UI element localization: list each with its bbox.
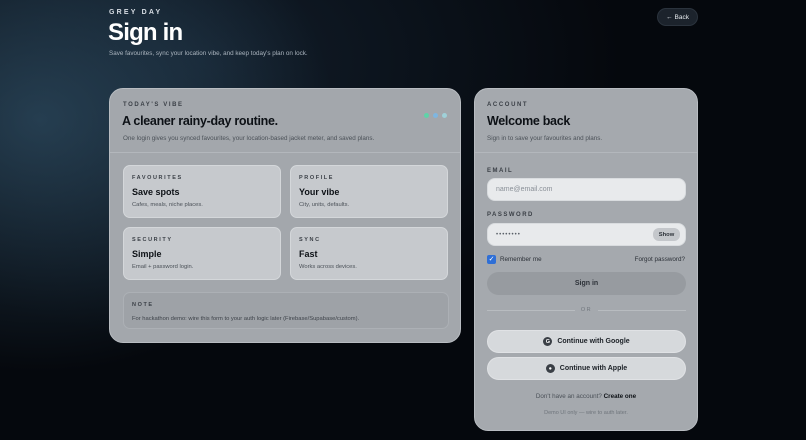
tile-value: Fast bbox=[299, 249, 318, 259]
demo-note: Demo UI only — wire to auth later. bbox=[544, 410, 628, 416]
page-title: Sign in bbox=[108, 19, 183, 46]
page-subtitle: Save favourites, sync your location vibe… bbox=[109, 50, 308, 57]
tile-eyebrow: PROFILE bbox=[299, 175, 335, 181]
google-button-label: Continue with Google bbox=[557, 338, 630, 345]
apple-signin-button[interactable]: ● Continue with Apple bbox=[487, 357, 686, 380]
password-value: •••••••• bbox=[496, 231, 521, 238]
divider bbox=[487, 309, 575, 311]
email-label: EMAIL bbox=[487, 168, 514, 174]
tile-sub: Email + password login. bbox=[132, 264, 194, 270]
note-box: NOTE For hackathon demo: wire this form … bbox=[123, 292, 449, 329]
password-label: PASSWORD bbox=[487, 212, 534, 218]
divider bbox=[110, 152, 460, 153]
vibe-heading: A cleaner rainy-day routine. bbox=[122, 114, 278, 128]
google-signin-button[interactable]: G Continue with Google bbox=[487, 330, 686, 353]
email-field[interactable]: name@email.com bbox=[487, 178, 686, 201]
welcome-description: Sign in to save your favourites and plan… bbox=[487, 135, 603, 142]
account-eyebrow: ACCOUNT bbox=[487, 102, 529, 108]
signin-card: ACCOUNT Welcome back Sign in to save you… bbox=[474, 88, 698, 431]
vibe-description: One login gives you synced favourites, y… bbox=[123, 135, 375, 142]
divider bbox=[475, 152, 697, 153]
status-dot bbox=[442, 113, 447, 118]
checkbox-checked-icon[interactable]: ✓ bbox=[487, 255, 496, 264]
tile-value: Save spots bbox=[132, 187, 180, 197]
email-placeholder: name@email.com bbox=[496, 186, 553, 193]
signup-prompt: Don't have an account? Create one bbox=[475, 393, 697, 400]
password-field[interactable]: •••••••• Show bbox=[487, 223, 686, 246]
status-dot bbox=[424, 113, 429, 118]
status-dot bbox=[433, 113, 438, 118]
tile-value: Simple bbox=[132, 249, 162, 259]
apple-icon: ● bbox=[545, 364, 555, 373]
sign-in-button[interactable]: Sign in bbox=[487, 272, 686, 295]
divider bbox=[598, 309, 686, 311]
tile-eyebrow: FAVOURITES bbox=[132, 175, 183, 181]
or-label: OR bbox=[580, 307, 593, 313]
status-dots bbox=[424, 113, 447, 118]
tile-favourites: FAVOURITES Save spots Cafes, meals, nich… bbox=[123, 165, 281, 218]
tile-security: SECURITY Simple Email + password login. bbox=[123, 227, 281, 280]
vibe-card: TODAY'S VIBE A cleaner rainy-day routine… bbox=[109, 88, 461, 343]
tile-sub: Cafes, meals, niche places. bbox=[132, 202, 203, 208]
or-separator: OR bbox=[487, 307, 686, 313]
create-account-link[interactable]: Create one bbox=[604, 393, 637, 400]
vibe-eyebrow: TODAY'S VIBE bbox=[123, 102, 184, 108]
note-text: For hackathon demo: wire this form to yo… bbox=[132, 316, 360, 322]
tile-sync: SYNC Fast Works across devices. bbox=[290, 227, 448, 280]
forgot-password-link[interactable]: Forgot password? bbox=[635, 256, 685, 263]
remember-label: Remember me bbox=[500, 256, 542, 263]
apple-button-label: Continue with Apple bbox=[559, 365, 628, 372]
show-password-button[interactable]: Show bbox=[653, 228, 680, 241]
tile-profile: PROFILE Your vibe City, units, defaults. bbox=[290, 165, 448, 218]
tile-eyebrow: SECURITY bbox=[132, 237, 173, 243]
google-icon: G bbox=[543, 337, 553, 346]
brand-label: GREY DAY bbox=[109, 9, 163, 16]
tile-sub: City, units, defaults. bbox=[299, 202, 350, 208]
tile-eyebrow: SYNC bbox=[299, 237, 321, 243]
back-button[interactable]: ← Back bbox=[657, 8, 698, 26]
note-eyebrow: NOTE bbox=[132, 302, 154, 308]
back-button-label: Back bbox=[674, 13, 689, 21]
tile-value: Your vibe bbox=[299, 187, 340, 197]
tile-sub: Works across devices. bbox=[299, 264, 357, 270]
arrow-left-icon: ← bbox=[666, 13, 673, 21]
welcome-heading: Welcome back bbox=[487, 114, 571, 128]
remember-me[interactable]: ✓ Remember me bbox=[487, 255, 542, 264]
signup-prompt-text: Don't have an account? bbox=[535, 393, 602, 400]
